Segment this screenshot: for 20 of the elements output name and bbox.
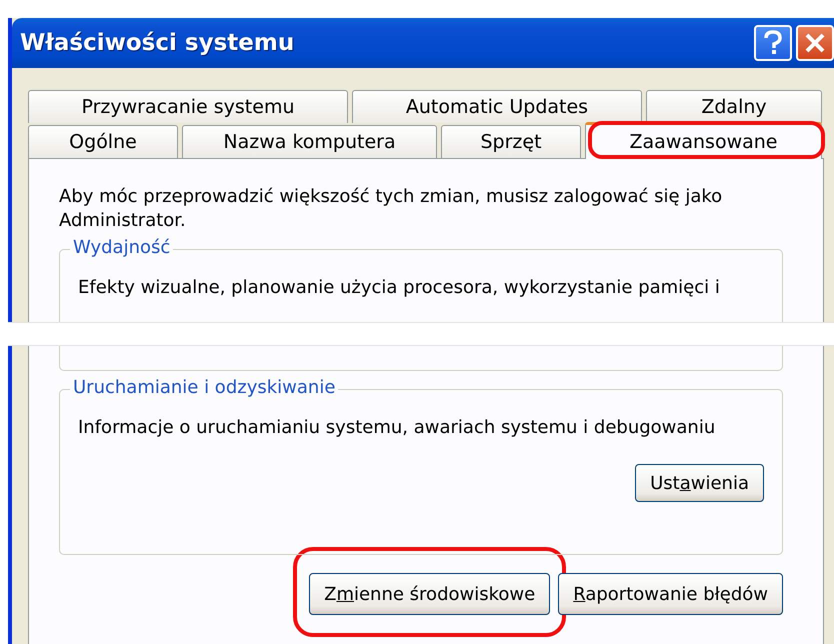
dialog-button[interactable]: Zmienne środowiskowe (309, 573, 550, 615)
tab[interactable]: Sprzęt (441, 125, 581, 158)
close-icon (804, 32, 826, 54)
tab[interactable]: Automatic Updates (352, 90, 642, 123)
group-title: Wydajność (70, 237, 174, 258)
group-text: Efekty wizualne, planowanie użycia procesora, wykorzystanie pamięci i (78, 276, 721, 300)
help-button[interactable] (754, 25, 792, 61)
close-button[interactable] (796, 25, 834, 61)
group-title: Uruchamianie i odzyskiwanie (70, 377, 338, 398)
tab[interactable]: Zaawansowane (585, 122, 822, 159)
tab[interactable]: Przywracanie systemu (28, 90, 348, 123)
settings-button[interactable]: Ustawienia (635, 464, 764, 502)
help-icon (762, 30, 784, 56)
notice-text: Aby móc przeprowadzić większość tych zmian, musisz zalogować się jako Administrator. (59, 185, 724, 233)
tab[interactable]: Zdalny (646, 90, 822, 123)
tab[interactable]: Ogólne (28, 125, 178, 158)
group-text: Informacje o uruchamianiu systemu, awariach systemu i debugowaniu (78, 416, 716, 440)
window-title: Właściwości systemu (20, 30, 294, 56)
dialog-button[interactable]: Raportowanie błędów (558, 573, 783, 615)
tab[interactable]: Nazwa komputera (182, 125, 437, 158)
